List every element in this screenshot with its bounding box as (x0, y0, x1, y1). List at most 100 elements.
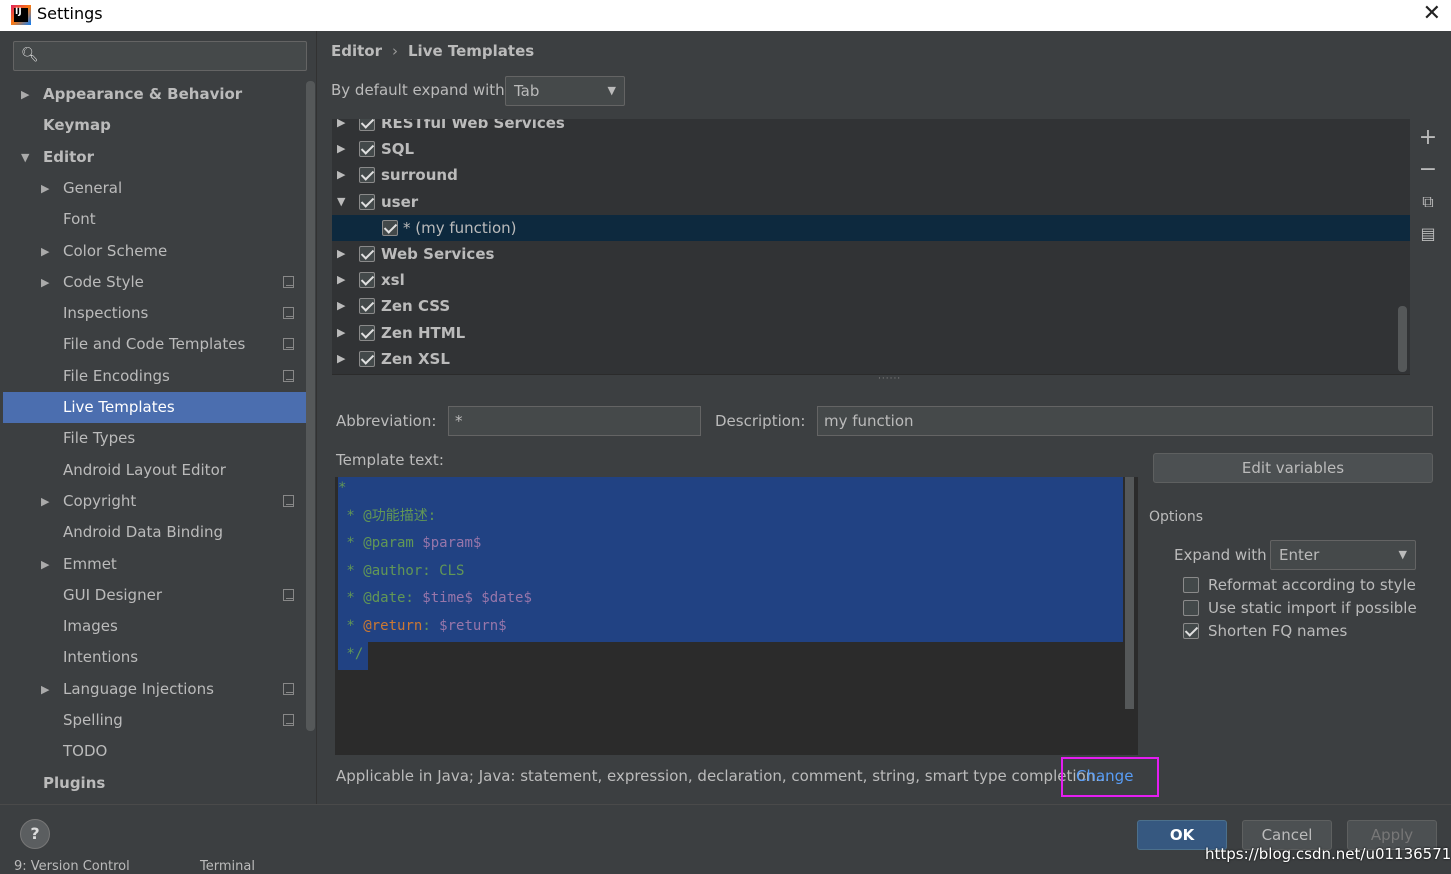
chevron-right-icon[interactable]: ▶ (337, 119, 345, 136)
template-group-row[interactable]: ▶ Zen XSL (332, 346, 1410, 372)
terminal-tab[interactable]: Terminal (200, 860, 255, 874)
template-list-scrollbar[interactable] (1398, 306, 1407, 372)
template-group-row[interactable]: ▶ xsl (332, 267, 1410, 293)
sidebar-item-emmet[interactable]: ▶ Emmet (3, 549, 306, 580)
chevron-down-icon[interactable]: ▼ (337, 189, 345, 215)
remove-icon[interactable]: − (1410, 155, 1446, 185)
chevron-right-icon[interactable]: ▶ (41, 674, 49, 705)
code-line: * @date: $time$ $date$ (338, 584, 531, 612)
template-text-editor[interactable]: * * @功能描述: * @param $param$ * @author: C… (335, 477, 1138, 755)
template-label: * (my function) (403, 218, 517, 237)
sidebar-item-file-encodings[interactable]: File Encodings (3, 361, 306, 392)
default-expand-select[interactable]: Tab ▼ (505, 76, 625, 106)
sidebar-item-todo[interactable]: TODO (3, 736, 306, 767)
sidebar-item-file-types[interactable]: File Types (3, 423, 306, 454)
enabled-checkbox[interactable] (359, 141, 375, 158)
code-line: * @author: CLS (338, 557, 464, 585)
sidebar-item-file-and-code-templates[interactable]: File and Code Templates (3, 329, 306, 360)
abbreviation-input[interactable]: * (448, 406, 701, 436)
title-bar: IJ Settings ✕ (0, 0, 1451, 31)
option-checkbox[interactable] (1183, 600, 1199, 616)
version-control-tab[interactable]: 9: Version Control (14, 860, 130, 874)
code-token: * @author: CLS (338, 562, 465, 579)
chevron-down-icon[interactable]: ▼ (21, 142, 29, 173)
enabled-checkbox[interactable] (359, 167, 375, 184)
chevron-right-icon[interactable]: ▶ (337, 346, 345, 372)
sidebar-item-gui-designer[interactable]: GUI Designer (3, 580, 306, 611)
enabled-checkbox[interactable] (359, 324, 375, 341)
settings-search-input[interactable]: 🔍︎ (13, 41, 307, 71)
sidebar-scrollbar[interactable] (306, 81, 315, 731)
sidebar-item-inspections[interactable]: Inspections (3, 298, 306, 329)
template-group-row[interactable]: ▶ SQL (332, 136, 1410, 162)
sidebar-item-code-style[interactable]: ▶ Code Style (3, 267, 306, 298)
template-group-row[interactable]: ▶ surround (332, 162, 1410, 188)
sidebar-item-label: Images (63, 617, 118, 636)
sidebar-item-color-scheme[interactable]: ▶ Color Scheme (3, 236, 306, 267)
template-label: xsl (381, 271, 405, 290)
sidebar-item-appearance-behavior[interactable]: ▶ Appearance & Behavior (3, 79, 306, 110)
sidebar-item-label: Keymap (43, 116, 111, 135)
chevron-right-icon[interactable]: ▶ (41, 267, 49, 298)
restore-icon[interactable]: ▤ (1410, 219, 1446, 249)
enabled-checkbox[interactable] (359, 193, 375, 210)
template-group-row[interactable]: ▶ Zen CSS (332, 293, 1410, 319)
chevron-right-icon[interactable]: ▶ (41, 236, 49, 267)
sidebar-item-editor[interactable]: ▼ Editor (3, 142, 306, 173)
template-group-row[interactable]: ▼ user (332, 189, 1410, 215)
enabled-checkbox[interactable] (359, 246, 375, 262)
chevron-right-icon[interactable]: ▶ (337, 267, 345, 293)
add-icon[interactable]: + (1410, 123, 1446, 153)
edit-variables-button[interactable]: Edit variables (1153, 453, 1433, 483)
sidebar-item-live-templates[interactable]: Live Templates (3, 392, 306, 423)
sidebar-item-intentions[interactable]: Intentions (3, 642, 306, 673)
chevron-right-icon[interactable]: ▶ (337, 162, 345, 188)
sidebar-item-keymap[interactable]: Keymap (3, 110, 306, 141)
chevron-right-icon[interactable]: ▶ (41, 486, 49, 517)
enabled-checkbox[interactable] (359, 350, 375, 367)
chevron-right-icon[interactable]: ▶ (337, 293, 345, 319)
template-label: RESTful Web Services (381, 119, 565, 132)
chevron-right-icon[interactable]: ▶ (41, 549, 49, 580)
enabled-checkbox[interactable] (359, 119, 375, 131)
sidebar-item-label: Code Style (63, 272, 144, 291)
sidebar-item-android-layout-editor[interactable]: Android Layout Editor (3, 455, 306, 486)
sidebar-item-android-data-binding[interactable]: Android Data Binding (3, 517, 306, 548)
sidebar-item-language-injections[interactable]: ▶ Language Injections (3, 674, 306, 705)
expand-with-select[interactable]: Enter ▼ (1270, 540, 1416, 570)
template-group-row[interactable]: ▶ Zen HTML (332, 320, 1410, 346)
editor-scrollbar[interactable] (1125, 477, 1134, 709)
sidebar-item-general[interactable]: ▶ General (3, 173, 306, 204)
copy-icon[interactable]: ⧉ (1410, 187, 1446, 217)
close-icon[interactable]: ✕ (1423, 2, 1441, 26)
chevron-right-icon[interactable]: ▶ (337, 241, 345, 267)
options-title: Options (1149, 509, 1204, 525)
sidebar-item-spelling[interactable]: Spelling (3, 705, 306, 736)
sidebar-item-label: Android Layout Editor (63, 460, 226, 479)
code-token: $return$ (439, 618, 507, 634)
chevron-right-icon[interactable]: ▶ (337, 136, 345, 162)
help-button[interactable]: ? (20, 819, 50, 849)
sidebar-item-plugins[interactable]: Plugins (3, 768, 306, 799)
template-group-row[interactable]: ▶ Web Services (332, 241, 1410, 267)
sidebar-item-copyright[interactable]: ▶ Copyright (3, 486, 306, 517)
option-checkbox[interactable] (1183, 577, 1199, 593)
template-item[interactable]: * (my function) (332, 214, 1410, 241)
sidebar-item-font[interactable]: Font (3, 204, 306, 235)
expand-with-value: Enter (1279, 546, 1320, 564)
enabled-checkbox[interactable] (359, 298, 375, 315)
template-group-row[interactable]: ▶ RESTful Web Services (332, 119, 1410, 136)
breadcrumb-editor: Editor (331, 42, 382, 60)
chevron-right-icon[interactable]: ▶ (41, 173, 49, 204)
description-input[interactable]: my function (817, 406, 1433, 436)
option-checkbox[interactable] (1183, 623, 1199, 639)
enabled-checkbox[interactable] (382, 219, 398, 236)
sidebar-item-images[interactable]: Images (3, 611, 306, 642)
splitter-grip-icon[interactable]: ······ (878, 374, 901, 384)
sidebar-item-label: Inspections (63, 304, 149, 323)
enabled-checkbox[interactable] (359, 272, 375, 289)
chevron-right-icon[interactable]: ▶ (337, 320, 345, 346)
chevron-right-icon[interactable]: ▶ (21, 79, 29, 110)
sidebar-item-label: File Types (63, 429, 136, 448)
code-token: * (338, 480, 347, 496)
